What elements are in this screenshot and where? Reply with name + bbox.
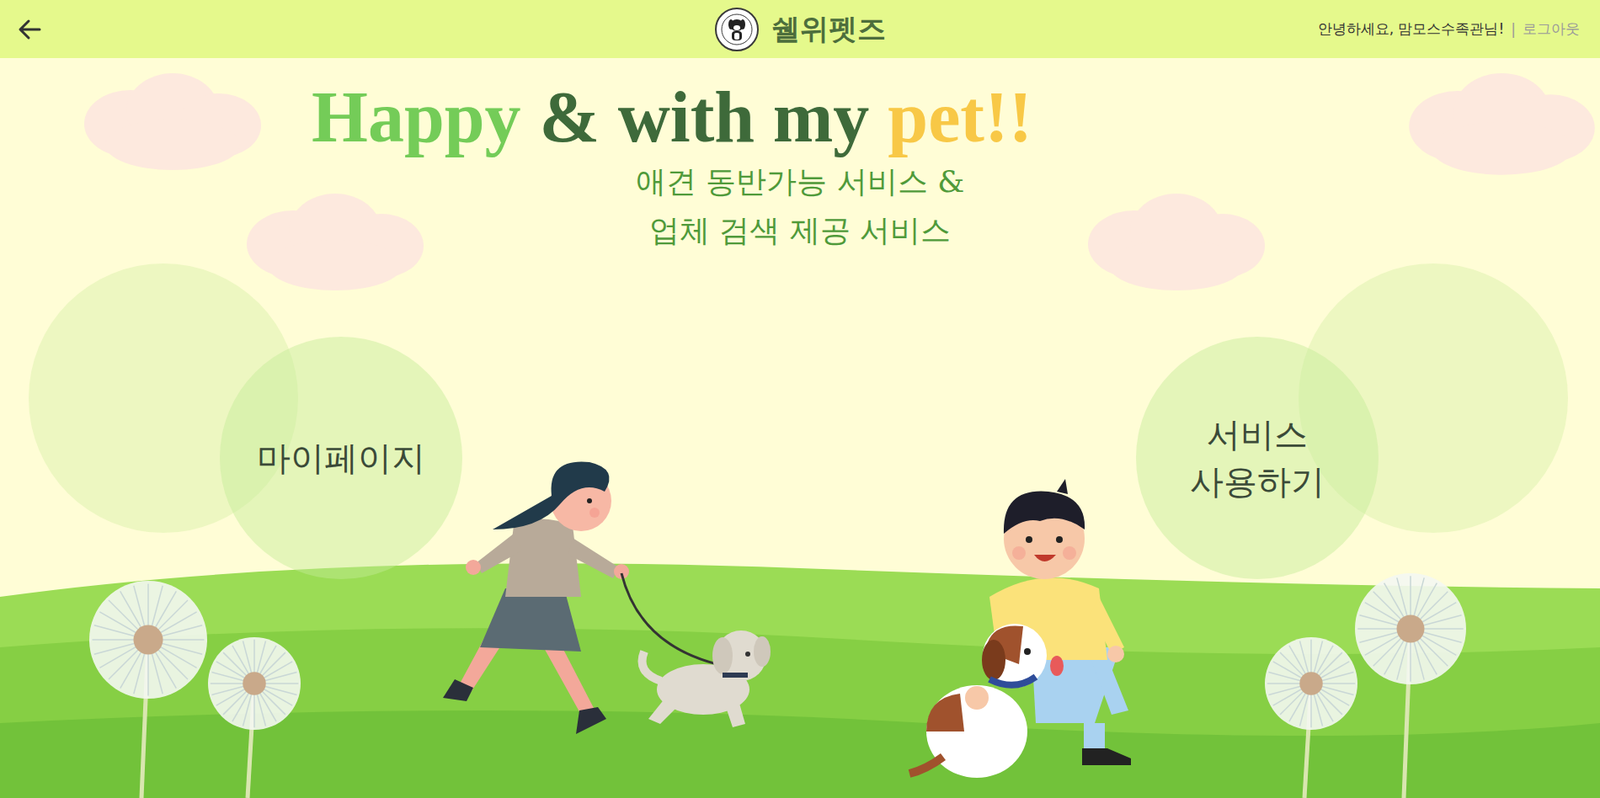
subtitle-line: 업체 검색 제공 서비스 (649, 206, 951, 256)
separator: | (1510, 21, 1516, 38)
brand-logo[interactable]: 쉘위펫즈 (714, 0, 886, 59)
menu-label[interactable]: 사용하기 (1189, 458, 1325, 506)
hero-subtitle: 애견 동반가능 서비스 &업체 검색 제공 서비스 (0, 157, 1600, 256)
title-part: pet!! (887, 76, 1033, 158)
top-bar: 쉘위펫즈 안녕하세요, 맘모스수족관님! | 로그아웃 (0, 0, 1600, 59)
menu-label[interactable]: 마이페이지 (256, 434, 426, 482)
brand-name[interactable]: 쉘위펫즈 (771, 10, 886, 49)
greeting: 안녕하세요, 맘모스수족관님! (1317, 19, 1505, 39)
hero-title: Happy& with mypet!! (0, 76, 1600, 158)
mypage-button[interactable]: 마이페이지 (219, 336, 463, 580)
menu-label[interactable]: 서비스 (1206, 410, 1308, 459)
title-part: & with my (539, 76, 870, 158)
user-area: 안녕하세요, 맘모스수족관님! | 로그아웃 (1317, 19, 1580, 39)
logout-link[interactable]: 로그아웃 (1522, 19, 1580, 39)
hero: Happy& with mypet!!애견 동반가능 서비스 &업체 검색 제공… (0, 58, 1600, 798)
back-arrow-icon[interactable] (16, 16, 43, 43)
subtitle-line: 애견 동반가능 서비스 & (635, 157, 965, 207)
hero-text: Happy& with mypet!!애견 동반가능 서비스 &업체 검색 제공… (0, 58, 1600, 256)
back-button[interactable] (15, 15, 44, 44)
title-part: Happy (311, 76, 522, 158)
use-service-button[interactable]: 서비스사용하기 (1136, 336, 1379, 580)
dog-logo-icon[interactable] (714, 6, 760, 53)
